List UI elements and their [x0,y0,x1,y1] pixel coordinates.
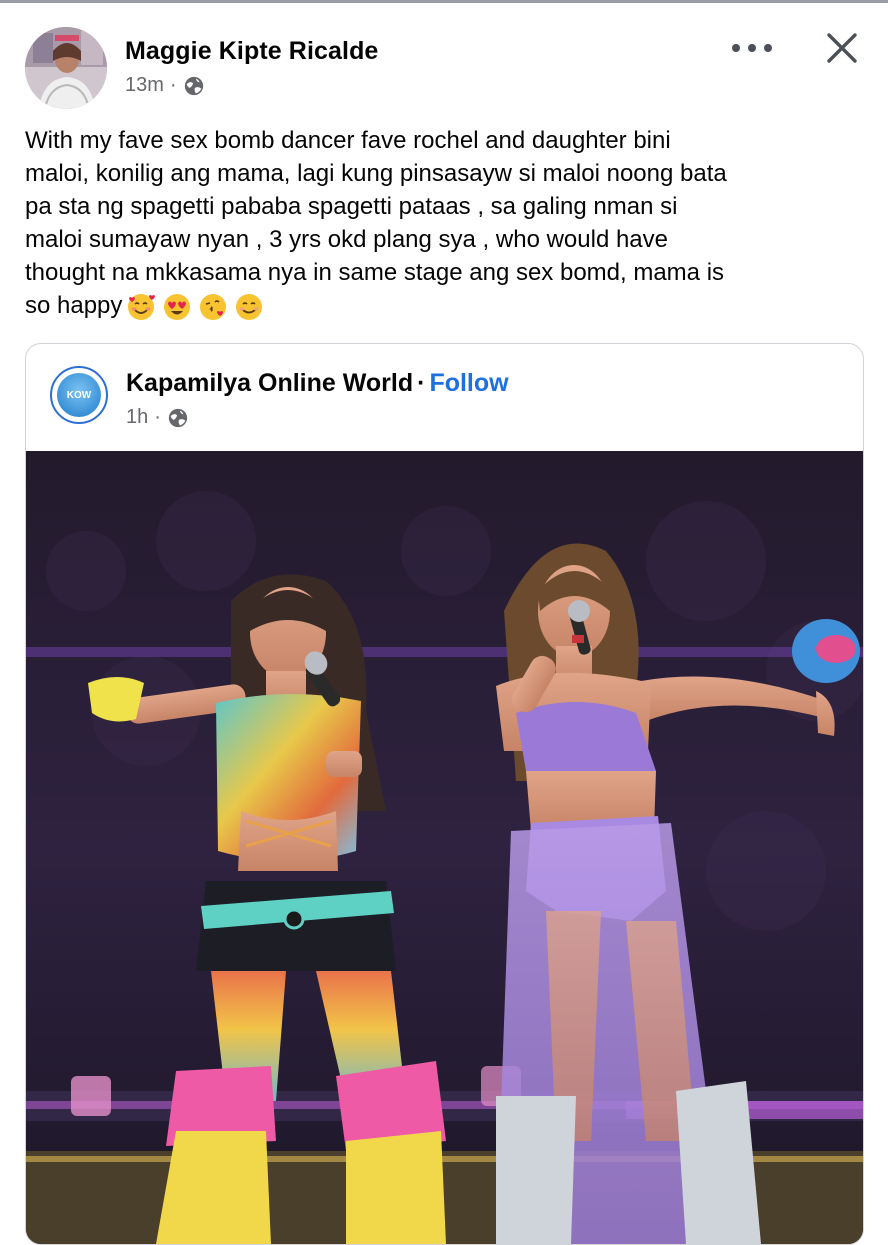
globe-icon [168,408,188,427]
post-text-line: so happy [25,292,123,319]
page-name[interactable]: Kapamilya Online World [126,369,413,397]
concert-photo[interactable] [26,451,863,1244]
post-text-line-last: so happy [25,289,860,322]
post-text-line: thought na mkkasama nya in same stage an… [25,259,725,286]
shared-post-card[interactable]: KOW Kapamilya Online World · Follow 1h · [25,343,864,1245]
shared-time[interactable]: 1h [126,406,148,429]
post-body: With my fave sex bomb dancer fave rochel… [25,124,860,322]
shared-header: Kapamilya Online World · Follow [126,369,509,398]
top-divider [0,0,888,3]
face-blowing-kiss-emoji-icon [200,293,227,320]
page-avatar[interactable]: KOW [50,366,108,424]
author-avatar[interactable] [25,27,107,109]
shared-meta: 1h · [126,406,189,429]
heart-eyes-emoji-icon [164,293,191,320]
author-name[interactable]: Maggie Kipte Ricalde [125,37,378,66]
post-time[interactable]: 13m [125,74,164,97]
follow-button[interactable]: Follow [429,369,508,397]
meta-separator: · [169,74,177,96]
emoji-group [126,292,264,322]
post-text-line: pa sta ng spagetti pababa spagetti pataa… [25,193,678,220]
post-text-line: maloi, konilig ang mama, lagi kung pinsa… [25,160,727,187]
page-avatar-initials: KOW [57,373,101,417]
globe-icon [184,76,203,95]
header-separator: · [417,369,426,397]
post-meta: 13m · [125,74,205,97]
post-text-line: maloi sumayaw nyan , 3 yrs okd plang sya… [25,226,668,253]
close-icon[interactable] [822,28,862,68]
smiling-face-emoji-icon [236,293,263,320]
post-text-line: With my fave sex bomb dancer fave rochel… [25,127,671,154]
smiling-face-with-hearts-emoji-icon [128,293,156,320]
meta-separator: · [154,406,161,428]
more-options-icon[interactable] [732,36,772,60]
